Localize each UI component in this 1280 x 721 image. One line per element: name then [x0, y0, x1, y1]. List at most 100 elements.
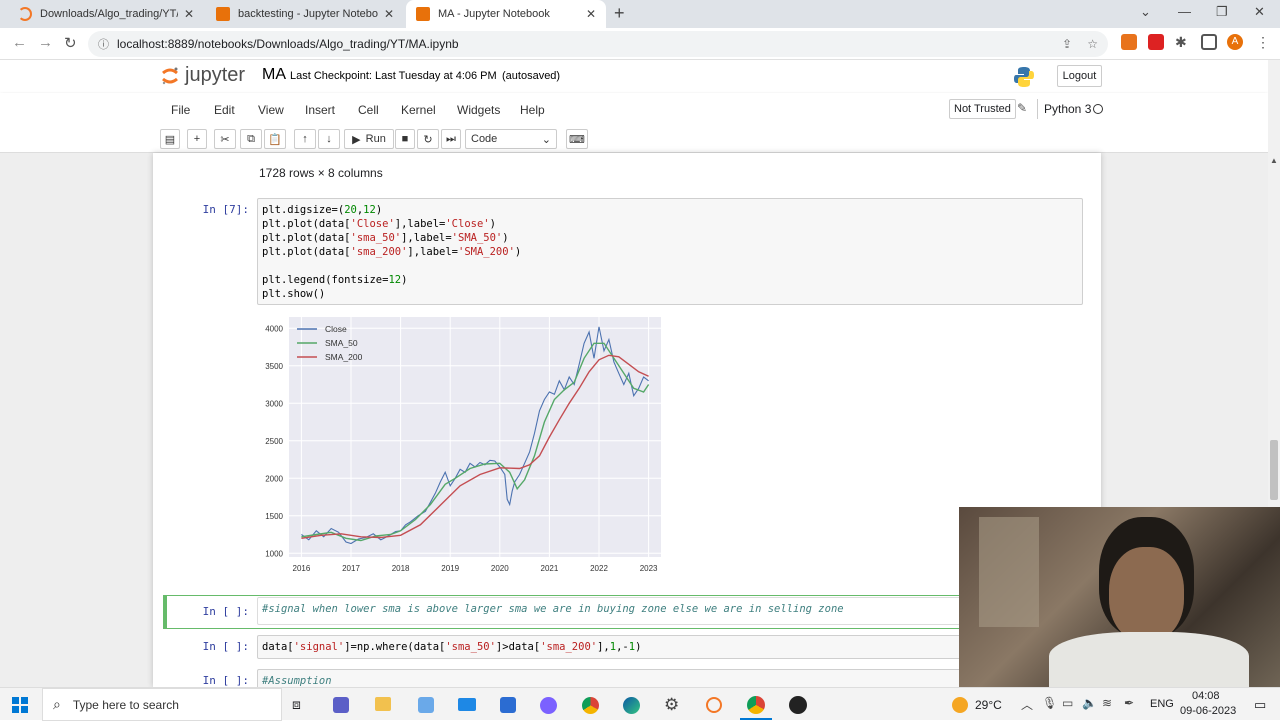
save-icon[interactable]: ▤: [160, 129, 180, 149]
browser-tab-ma[interactable]: MA - Jupyter Notebook ✕: [406, 0, 606, 28]
kernel-name[interactable]: Python 3: [1037, 99, 1091, 119]
code-token: plt.digsize=(: [262, 204, 345, 216]
code-token: plt.legend(fontsize=: [262, 274, 389, 286]
share-icon[interactable]: ⇪: [1062, 37, 1072, 51]
x-tick-label: 2018: [392, 564, 410, 573]
browser-menu-icon[interactable]: ⋮: [1256, 34, 1272, 50]
code-token: ]>data[: [495, 641, 541, 653]
code-line: plt.plot(data['Close'],label='Close'): [262, 217, 1078, 231]
menu-file[interactable]: File: [171, 103, 190, 117]
scrollbar-thumb[interactable]: [1270, 440, 1278, 500]
clock-date[interactable]: 09-06-2023: [1180, 705, 1236, 717]
pdf-extension-icon[interactable]: [1148, 34, 1164, 50]
reload-icon[interactable]: ↻: [64, 34, 77, 52]
code-cell-plot[interactable]: plt.digsize=(20,12) plt.plot(data['Close'…: [257, 198, 1083, 305]
teams-icon[interactable]: [333, 697, 349, 713]
window-close-icon[interactable]: ✕: [1254, 4, 1265, 20]
scroll-up-icon[interactable]: ▲: [1270, 156, 1278, 165]
move-down-icon[interactable]: ↓: [318, 129, 340, 149]
y-tick-label: 2000: [265, 474, 283, 483]
info-icon[interactable]: ⓘ: [98, 36, 109, 52]
menu-kernel[interactable]: Kernel: [401, 103, 436, 117]
back-icon[interactable]: ←: [12, 34, 27, 51]
github-icon[interactable]: [789, 696, 807, 714]
weather-temp[interactable]: 29°C: [975, 698, 1002, 712]
command-palette-icon[interactable]: ⌨: [566, 129, 588, 149]
menu-widgets[interactable]: Widgets: [457, 103, 500, 117]
app-icon-2[interactable]: [540, 697, 557, 714]
windows-start-icon[interactable]: [12, 697, 28, 713]
y-tick-label: 3000: [265, 399, 283, 408]
microphone-icon[interactable]: 🎙: [1042, 696, 1057, 710]
battery-icon[interactable]: ▭: [1062, 696, 1073, 710]
code-token: ): [502, 232, 509, 244]
restart-run-all-icon[interactable]: ⏭: [441, 129, 461, 149]
chrome-active-icon[interactable]: [747, 696, 765, 714]
code-token: ],label=: [407, 246, 458, 258]
code-token: ],label=: [394, 218, 446, 230]
cell-type-select[interactable]: Code ⌄: [465, 129, 557, 149]
edit-pencil-icon[interactable]: ✎: [1017, 101, 1027, 115]
stop-icon[interactable]: ■: [395, 129, 415, 149]
jupyter-logo-icon[interactable]: [160, 66, 180, 86]
str-token: 'signal': [293, 641, 345, 653]
forward-icon[interactable]: →: [38, 34, 53, 51]
run-button[interactable]: ▶ Run: [344, 129, 394, 149]
chrome-icon[interactable]: [582, 697, 599, 714]
metamask-extension-icon[interactable]: [1121, 34, 1137, 50]
task-view-icon[interactable]: ⧈: [292, 696, 301, 713]
move-up-icon[interactable]: ↑: [294, 129, 316, 149]
logout-button[interactable]: Logout: [1057, 65, 1102, 87]
profile-avatar[interactable]: A: [1227, 34, 1243, 50]
restart-icon[interactable]: ↻: [417, 129, 439, 149]
close-tab-icon[interactable]: ✕: [184, 7, 194, 21]
maximize-icon[interactable]: ❐: [1216, 4, 1228, 20]
mail-icon[interactable]: [458, 698, 476, 711]
store-icon[interactable]: [500, 697, 516, 713]
wifi-icon[interactable]: ≋: [1102, 696, 1112, 710]
minimize-icon[interactable]: —: [1178, 4, 1191, 19]
tray-chevron-icon[interactable]: ︿: [1021, 696, 1033, 713]
settings-gear-icon[interactable]: ⚙: [664, 695, 679, 715]
str-token: 'Close': [445, 218, 490, 230]
paste-icon[interactable]: 📋: [264, 129, 286, 149]
cut-icon[interactable]: ✂: [214, 129, 236, 149]
insert-cell-icon[interactable]: +: [187, 129, 207, 149]
close-tab-icon[interactable]: ✕: [384, 7, 394, 21]
edge-icon[interactable]: [623, 697, 640, 714]
jupyter-header: jupyter MA Last Checkpoint: Last Tuesday…: [0, 60, 1268, 92]
volume-icon[interactable]: 🔈: [1082, 696, 1097, 710]
menu-cell[interactable]: Cell: [358, 103, 379, 117]
new-tab-button[interactable]: +: [614, 3, 625, 24]
browser-tab-downloads[interactable]: Downloads/Algo_trading/YT/ ✕: [8, 0, 204, 28]
side-panel-icon[interactable]: [1201, 34, 1217, 50]
tab-search-icon[interactable]: ⌄: [1140, 4, 1151, 20]
code-token: plt.plot(data[: [262, 218, 351, 230]
file-explorer-icon[interactable]: [375, 697, 391, 711]
menu-insert[interactable]: Insert: [305, 103, 335, 117]
bookmark-star-icon[interactable]: ☆: [1087, 37, 1098, 51]
num-token: 20: [344, 204, 357, 216]
app-icon[interactable]: [418, 697, 434, 713]
pen-icon[interactable]: ✒: [1124, 696, 1134, 710]
extensions-puzzle-icon[interactable]: ✱: [1175, 34, 1191, 50]
close-tab-icon[interactable]: ✕: [586, 7, 596, 21]
trust-indicator[interactable]: Not Trusted: [949, 99, 1016, 119]
jupyter-wordmark[interactable]: jupyter: [185, 64, 245, 87]
autosave-status: (autosaved): [502, 70, 561, 82]
copy-icon[interactable]: ⧉: [240, 129, 262, 149]
jupyter-app-icon[interactable]: [706, 697, 722, 713]
language-indicator[interactable]: ENG: [1150, 698, 1174, 710]
notebook-name[interactable]: MA: [262, 66, 286, 84]
menu-view[interactable]: View: [258, 103, 284, 117]
taskbar-search-box[interactable]: ⌕ Type here to search: [42, 688, 282, 721]
menu-help[interactable]: Help: [520, 103, 545, 117]
notifications-icon[interactable]: ▭: [1254, 697, 1266, 713]
clock-time[interactable]: 04:08: [1192, 690, 1220, 702]
y-tick-label: 1000: [265, 549, 283, 558]
address-bar[interactable]: ⓘ localhost:8889/notebooks/Downloads/Alg…: [88, 31, 1108, 57]
browser-tab-backtesting[interactable]: backtesting - Jupyter Notebook ✕: [206, 0, 404, 28]
cell-prompt: In [ ]:: [202, 674, 249, 687]
menu-edit[interactable]: Edit: [214, 103, 235, 117]
tab-label: MA - Jupyter Notebook: [438, 8, 550, 20]
